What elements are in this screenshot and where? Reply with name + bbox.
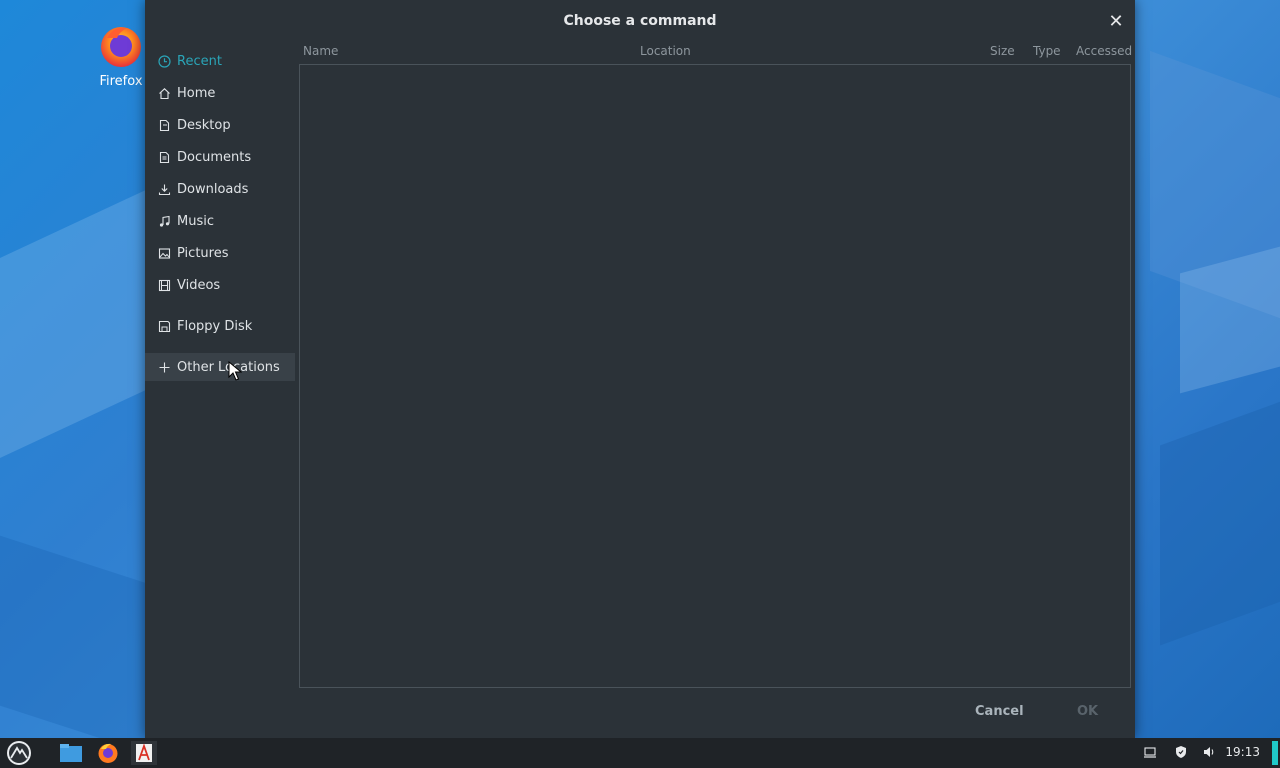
show-desktop-button[interactable] xyxy=(1272,741,1278,765)
background-shape xyxy=(1180,246,1280,394)
column-header-location[interactable]: Location xyxy=(640,44,691,58)
floppy-icon xyxy=(157,319,171,333)
sidebar-item-label: Desktop xyxy=(177,117,231,133)
download-icon xyxy=(157,182,171,196)
close-icon: ✕ xyxy=(1108,11,1124,32)
desktop-icon-label: Firefox xyxy=(99,74,143,89)
documents-icon xyxy=(157,150,171,164)
file-list-header: Name Location Size Type Accessed xyxy=(299,44,1133,64)
sidebar-item-label: Videos xyxy=(177,277,221,293)
sidebar-item-other-locations[interactable]: Other Locations xyxy=(145,353,295,381)
music-icon xyxy=(157,214,171,228)
sidebar-item-recent[interactable]: Recent xyxy=(145,47,295,75)
videos-icon xyxy=(157,278,171,292)
sidebar-item-label: Music xyxy=(177,213,214,229)
distro-logo-icon xyxy=(7,741,31,765)
taskbar-active-app[interactable] xyxy=(131,741,157,765)
sidebar-item-label: Floppy Disk xyxy=(177,318,253,334)
start-menu-button[interactable] xyxy=(6,741,32,765)
column-header-type[interactable]: Type xyxy=(1033,44,1061,58)
places-sidebar: Recent Home Desktop Documents Downloads … xyxy=(145,44,295,738)
taskbar-file-manager[interactable] xyxy=(58,741,84,765)
clock[interactable]: 19:13 xyxy=(1225,745,1260,759)
home-icon xyxy=(157,86,171,100)
mouse-cursor-icon xyxy=(228,360,243,385)
sidebar-item-music[interactable]: Music xyxy=(145,207,295,235)
dialog-titlebar: Choose a command ✕ xyxy=(145,0,1135,44)
folder-icon xyxy=(60,744,82,762)
column-header-name[interactable]: Name xyxy=(303,44,338,58)
sidebar-item-label: Home xyxy=(177,85,216,101)
shield-icon[interactable] xyxy=(1173,744,1189,760)
pictures-icon xyxy=(157,246,171,260)
taskbar-firefox[interactable] xyxy=(95,741,121,765)
taskbar: 19:13 xyxy=(0,738,1280,768)
background-shape xyxy=(0,183,160,477)
file-list[interactable] xyxy=(299,64,1131,688)
background-shape xyxy=(1160,394,1280,646)
sidebar-item-desktop[interactable]: Desktop xyxy=(145,111,295,139)
background-shape xyxy=(0,535,150,755)
sidebar-item-label: Documents xyxy=(177,149,252,165)
ok-button[interactable]: OK xyxy=(1077,704,1098,724)
close-button[interactable]: ✕ xyxy=(1105,11,1127,33)
desktop: Firefox Choose a command ✕ Recent Home D… xyxy=(0,0,1280,768)
firefox-icon xyxy=(97,22,145,70)
sidebar-item-videos[interactable]: Videos xyxy=(145,271,295,299)
sidebar-item-home[interactable]: Home xyxy=(145,79,295,107)
firefox-icon xyxy=(98,743,118,763)
volume-icon[interactable] xyxy=(1201,744,1217,760)
desktop-icon xyxy=(157,118,171,132)
sidebar-item-documents[interactable]: Documents xyxy=(145,143,295,171)
file-chooser-dialog: Choose a command ✕ Recent Home Desktop D… xyxy=(145,0,1135,738)
sidebar-item-label: Downloads xyxy=(177,181,249,197)
desktop-icon-firefox[interactable]: Firefox xyxy=(90,22,152,89)
sidebar-item-label: Pictures xyxy=(177,245,229,261)
sidebar-item-label: Recent xyxy=(177,53,222,69)
cancel-button[interactable]: Cancel xyxy=(975,704,1024,724)
column-header-size[interactable]: Size xyxy=(990,44,1015,58)
network-icon[interactable] xyxy=(1142,744,1158,760)
plus-icon xyxy=(157,360,171,374)
sidebar-item-downloads[interactable]: Downloads xyxy=(145,175,295,203)
column-header-accessed[interactable]: Accessed xyxy=(1076,44,1132,58)
sidebar-item-floppy-disk[interactable]: Floppy Disk xyxy=(145,312,295,340)
app-a-icon xyxy=(136,743,152,762)
dialog-title: Choose a command xyxy=(563,13,717,29)
sidebar-item-pictures[interactable]: Pictures xyxy=(145,239,295,267)
clock-icon xyxy=(157,54,171,68)
